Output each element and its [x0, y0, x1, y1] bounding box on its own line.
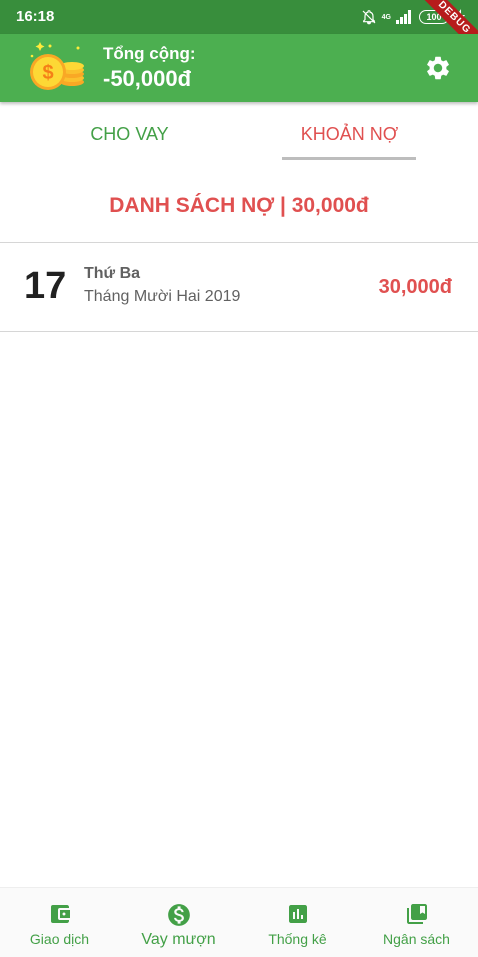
network-type: 4G — [381, 13, 391, 21]
tab-indicator — [282, 157, 416, 160]
list-item[interactable]: 17 Thứ Ba Tháng Mười Hai 2019 30,000đ — [0, 243, 478, 331]
tab-lend[interactable]: CHO VAY — [10, 102, 249, 166]
status-bar: 16:18 4G 100 — [0, 0, 478, 34]
bottom-nav: Giao dịch Vay mượn Thống kê Ngân sách — [0, 887, 478, 957]
debt-amount: 30,000đ — [378, 276, 452, 298]
app-bar: $ Tổng cộng: -50,000đ — [0, 34, 478, 102]
wallet-icon — [50, 905, 70, 923]
total-label: Tổng cộng: — [103, 44, 196, 63]
signal-icon — [396, 10, 411, 24]
debt-day: 17 — [24, 265, 67, 307]
debt-list-title: DANH SÁCH NỢ | 30,000đ — [109, 194, 369, 217]
bar-chart-icon — [288, 905, 307, 923]
total-value: -50,000đ — [103, 66, 192, 91]
app-screen: 16:18 4G 100 DEBUG $ Tổng cộng: -50,000đ… — [0, 0, 478, 957]
nav-transactions[interactable]: Giao dịch — [0, 888, 119, 957]
nav-statistics[interactable]: Thống kê — [238, 888, 357, 957]
library-icon — [406, 904, 427, 924]
tab-bar: CHO VAY KHOẢN NỢ — [0, 102, 478, 166]
nav-label: Giao dịch — [29, 931, 90, 947]
debt-weekday: Thứ Ba — [84, 265, 141, 282]
nav-label: Vay mượn — [141, 931, 216, 948]
bell-off-icon — [362, 10, 376, 25]
svg-text:$: $ — [42, 62, 53, 84]
debt-month-year: Tháng Mười Hai 2019 — [84, 288, 241, 305]
nav-loans[interactable]: Vay mượn — [119, 888, 238, 957]
gear-icon[interactable] — [424, 54, 452, 82]
dollar-circle-icon — [167, 904, 190, 926]
status-time: 16:18 — [16, 8, 55, 25]
nav-label: Ngân sách — [383, 931, 450, 947]
nav-label: Thống kê — [268, 931, 327, 947]
coins-icon: $ — [30, 42, 84, 90]
divider — [0, 331, 478, 332]
nav-budget[interactable]: Ngân sách — [357, 888, 476, 957]
